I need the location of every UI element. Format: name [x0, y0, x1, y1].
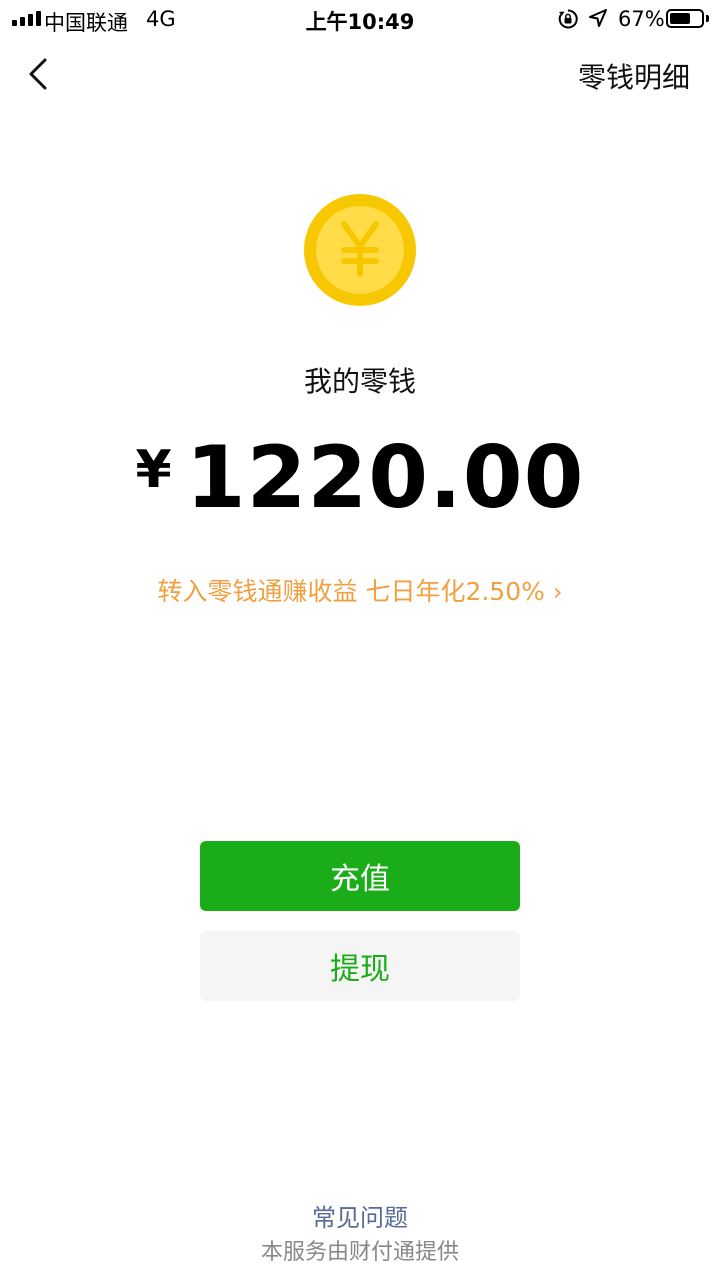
recharge-button[interactable]: 充值: [200, 841, 520, 911]
wallet-balance-screen: 中国联通 4G 上午10:49 67% 零钱明细 我的零钱 ¥ 1220.00 …: [0, 0, 720, 1280]
chevron-right-icon: ›: [552, 578, 563, 606]
rotation-lock-icon: [558, 9, 578, 29]
balance-amount: ¥1220.00: [0, 428, 720, 528]
balance-value: 1220.00: [185, 428, 585, 528]
location-arrow-icon: [589, 9, 607, 27]
battery-cap: [706, 15, 709, 22]
faq-link[interactable]: 常见问题: [0, 1198, 720, 1233]
battery-level-fill: [670, 13, 690, 24]
chevron-left-icon: [29, 58, 47, 90]
withdraw-button[interactable]: 提现: [200, 931, 520, 1001]
currency-symbol: ¥: [135, 440, 172, 500]
promo-text: 转入零钱通赚收益 七日年化2.50%: [157, 577, 545, 606]
balance-label: 我的零钱: [303, 365, 416, 398]
balance-details-link[interactable]: 零钱明细: [578, 56, 690, 96]
service-provider-note: 本服务由财付通提供: [260, 1240, 459, 1265]
yuan-coin-icon: [304, 194, 416, 306]
back-button[interactable]: [18, 52, 62, 96]
status-time: 上午10:49: [305, 10, 415, 34]
battery-icon: [666, 9, 704, 28]
status-bar: 中国联通 4G 上午10:49 67%: [0, 0, 720, 40]
battery-percentage: 67%: [618, 7, 665, 31]
savings-promo-link[interactable]: 转入零钱通赚收益 七日年化2.50% ›: [0, 572, 720, 608]
